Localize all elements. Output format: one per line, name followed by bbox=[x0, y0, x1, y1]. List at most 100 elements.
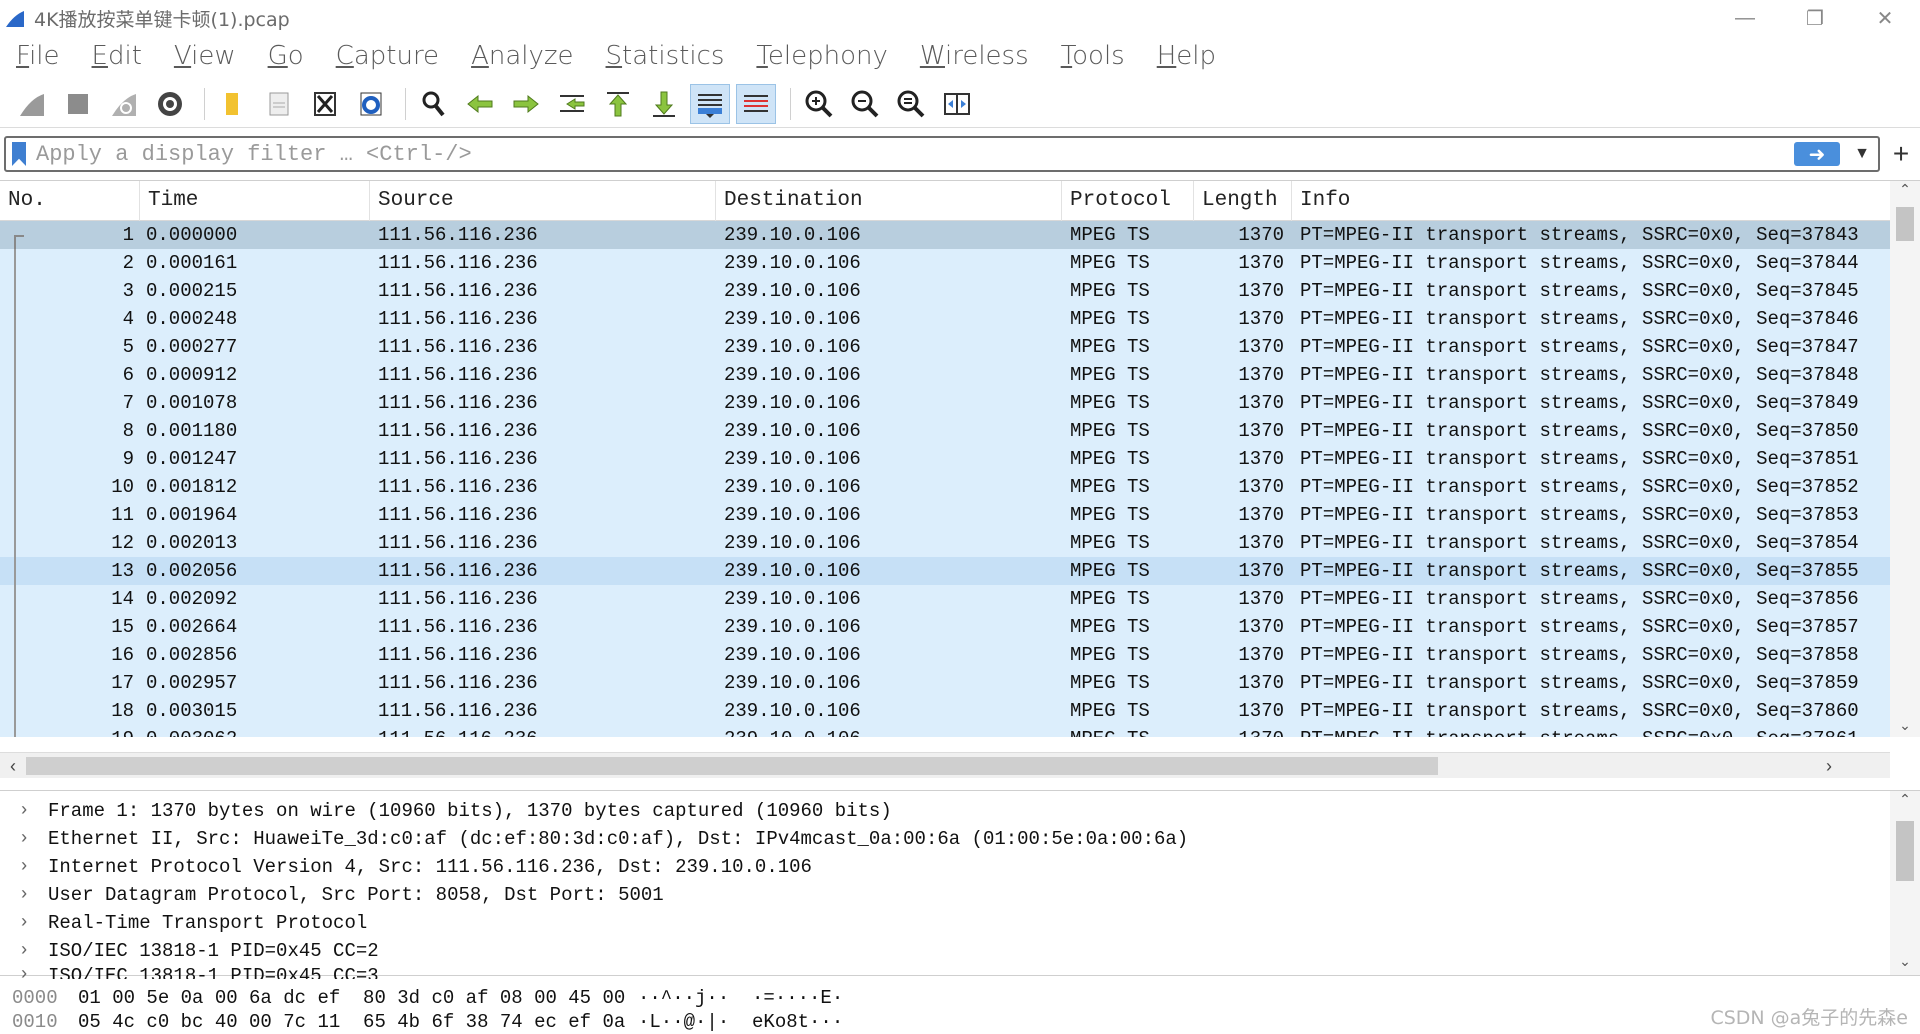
packet-row[interactable]: 10 0.001812 111.56.116.236 239.10.0.106 MPEG… bbox=[0, 473, 1890, 501]
go-first-icon[interactable] bbox=[598, 84, 638, 124]
column-header-source[interactable]: Source bbox=[370, 180, 716, 221]
expand-chevron-icon[interactable]: › bbox=[0, 941, 48, 961]
scroll-up-icon[interactable]: ⌃ bbox=[1890, 181, 1920, 203]
horizontal-scroll-thumb[interactable] bbox=[26, 757, 1438, 775]
packet-destination: 239.10.0.106 bbox=[724, 532, 861, 554]
menu-analyze[interactable]: Analyze bbox=[471, 41, 573, 71]
menu-capture[interactable]: Capture bbox=[336, 41, 439, 71]
column-header-destination[interactable]: Destination bbox=[716, 180, 1062, 221]
open-folder-icon[interactable] bbox=[213, 84, 253, 124]
scroll-down-icon[interactable]: ⌄ bbox=[1890, 717, 1920, 739]
packet-list-horizontal-scrollbar[interactable]: ‹ › bbox=[0, 752, 1890, 778]
packet-source: 111.56.116.236 bbox=[378, 308, 538, 330]
column-header-length[interactable]: Length bbox=[1194, 180, 1292, 221]
details-vertical-scrollbar[interactable]: ⌃ ⌄ bbox=[1890, 791, 1920, 975]
packet-row[interactable]: 3 0.000215 111.56.116.236 239.10.0.106 MPEG … bbox=[0, 277, 1890, 305]
menu-edit[interactable]: Edit bbox=[92, 41, 142, 71]
watermark-text: CSDN @a兔子的先森e bbox=[1710, 1007, 1908, 1029]
bytes-row[interactable]: 0000 01 00 5e 0a 00 6a dc ef 80 3d c0 af… bbox=[0, 986, 1920, 1010]
add-filter-button-icon[interactable]: + bbox=[1886, 138, 1916, 170]
menu-go[interactable]: Go bbox=[268, 41, 304, 71]
save-file-icon[interactable] bbox=[259, 84, 299, 124]
find-packet-icon[interactable] bbox=[414, 84, 454, 124]
expand-chevron-icon[interactable]: › bbox=[0, 913, 48, 933]
go-to-packet-icon[interactable] bbox=[552, 84, 592, 124]
menu-tools[interactable]: Tools bbox=[1061, 41, 1125, 71]
packet-row[interactable]: 190.003062111.56.116.236239.10.0.106MPEG… bbox=[0, 725, 1890, 737]
detail-tree-item[interactable]: › Internet Protocol Version 4, Src: 111.5… bbox=[0, 853, 1920, 881]
go-last-icon[interactable] bbox=[644, 84, 684, 124]
packet-row[interactable]: 2 0.000161 111.56.116.236 239.10.0.106 MPEG … bbox=[0, 249, 1890, 277]
filter-bookmark-icon[interactable] bbox=[12, 142, 26, 166]
packet-row[interactable]: 4 0.000248 111.56.116.236 239.10.0.106 MPEG … bbox=[0, 305, 1890, 333]
detail-tree-item[interactable]: › Frame 1: 1370 bytes on wire (10960 bits… bbox=[0, 797, 1920, 825]
packet-list-vertical-scrollbar[interactable]: ⌃ ⌄ bbox=[1890, 181, 1920, 737]
packet-length: 1370 bbox=[1238, 588, 1284, 610]
menu-statistics[interactable]: Statistics bbox=[606, 41, 725, 71]
packet-row[interactable]: 7 0.001078 111.56.116.236 239.10.0.106 MPEG … bbox=[0, 389, 1890, 417]
display-filter-input[interactable] bbox=[36, 141, 1795, 167]
packet-time: 0.002856 bbox=[146, 644, 238, 666]
menu-view[interactable]: View bbox=[174, 41, 236, 71]
normal-size-icon[interactable] bbox=[891, 84, 931, 124]
scroll-down-icon[interactable]: ⌄ bbox=[1890, 953, 1920, 975]
restore-icon[interactable]: ❐ bbox=[1780, 0, 1850, 36]
auto-scroll-icon[interactable] bbox=[690, 83, 730, 124]
scroll-thumb[interactable] bbox=[1896, 207, 1914, 241]
filter-history-dropdown-icon[interactable]: ▼ bbox=[1850, 145, 1874, 163]
menu-file[interactable]: File bbox=[16, 41, 60, 71]
packet-protocol: MPEG TS bbox=[1070, 560, 1150, 582]
scroll-left-icon[interactable]: ‹ bbox=[0, 753, 26, 779]
go-back-icon[interactable] bbox=[460, 84, 500, 124]
zoom-out-icon[interactable] bbox=[845, 84, 885, 124]
packet-row[interactable]: 18 0.003015 111.56.116.236 239.10.0.106 MPEG… bbox=[0, 697, 1890, 725]
minimize-icon[interactable]: — bbox=[1710, 0, 1780, 36]
scroll-right-icon[interactable]: › bbox=[1816, 753, 1842, 779]
expand-chevron-icon[interactable]: › bbox=[0, 857, 48, 877]
detail-tree-item[interactable]: › Ethernet II, Src: HuaweiTe_3d:c0:af (dc… bbox=[0, 825, 1920, 853]
packet-row[interactable]: 11 0.001964 111.56.116.236 239.10.0.106 MPEG… bbox=[0, 501, 1890, 529]
close-file-icon[interactable] bbox=[305, 84, 345, 124]
column-header-protocol[interactable]: Protocol bbox=[1062, 180, 1194, 221]
packet-row[interactable]: 16 0.002856 111.56.116.236 239.10.0.106 MPEG… bbox=[0, 641, 1890, 669]
column-header-info[interactable]: Info bbox=[1292, 181, 1890, 221]
scroll-up-icon[interactable]: ⌃ bbox=[1890, 791, 1920, 813]
bytes-row[interactable]: 0010 05 4c c0 bc 40 00 7c 11 65 4b 6f 38… bbox=[0, 1010, 1920, 1034]
detail-tree-item[interactable]: › ISO/IEC 13818-1 PID=0x45 CC=3 bbox=[0, 965, 1920, 979]
menu-wireless[interactable]: Wireless bbox=[920, 41, 1029, 71]
apply-filter-arrow-icon[interactable]: ➜ bbox=[1794, 142, 1841, 166]
packet-row[interactable]: 5 0.000277 111.56.116.236 239.10.0.106 MPEG … bbox=[0, 333, 1890, 361]
resize-columns-icon[interactable] bbox=[937, 84, 977, 124]
packet-row[interactable]: 12 0.002013 111.56.116.236 239.10.0.106 MPEG… bbox=[0, 529, 1890, 557]
reload-file-icon[interactable] bbox=[351, 84, 391, 124]
detail-tree-item[interactable]: › ISO/IEC 13818-1 PID=0x45 CC=2 bbox=[0, 937, 1920, 965]
expand-chevron-icon[interactable]: › bbox=[0, 829, 48, 849]
packet-row[interactable]: 9 0.001247 111.56.116.236 239.10.0.106 MPEG … bbox=[0, 445, 1890, 473]
shark-fin-restart-icon[interactable] bbox=[104, 84, 144, 124]
packet-row[interactable]: 13 0.002056 111.56.116.236 239.10.0.106 MPEG… bbox=[0, 557, 1890, 585]
packet-destination: 239.10.0.106 bbox=[724, 476, 861, 498]
packet-row[interactable]: 1 0.000000 111.56.116.236 239.10.0.106 MPEG … bbox=[0, 221, 1890, 249]
column-header-no[interactable]: No. bbox=[0, 180, 140, 221]
capture-options-gear-icon[interactable] bbox=[150, 84, 190, 124]
detail-tree-item[interactable]: › Real-Time Transport Protocol bbox=[0, 909, 1920, 937]
packet-row[interactable]: 14 0.002092 111.56.116.236 239.10.0.106 MPEG… bbox=[0, 585, 1890, 613]
scroll-thumb[interactable] bbox=[1896, 821, 1914, 881]
packet-row[interactable]: 17 0.002957 111.56.116.236 239.10.0.106 MPEG… bbox=[0, 669, 1890, 697]
stop-square-icon[interactable] bbox=[58, 84, 98, 124]
packet-row[interactable]: 15 0.002664 111.56.116.236 239.10.0.106 MPEG… bbox=[0, 613, 1890, 641]
close-icon[interactable]: ✕ bbox=[1850, 0, 1920, 36]
packet-row[interactable]: 6 0.000912 111.56.116.236 239.10.0.106 MPEG … bbox=[0, 361, 1890, 389]
colorize-icon[interactable] bbox=[736, 83, 776, 124]
expand-chevron-icon[interactable]: › bbox=[0, 801, 48, 821]
menu-telephony[interactable]: Telephony bbox=[756, 41, 887, 71]
expand-chevron-icon[interactable]: › bbox=[0, 885, 48, 905]
go-forward-icon[interactable] bbox=[506, 84, 546, 124]
expand-chevron-icon[interactable]: › bbox=[0, 965, 48, 979]
shark-fin-start-icon[interactable] bbox=[12, 84, 52, 124]
detail-tree-item[interactable]: › User Datagram Protocol, Src Port: 8058,… bbox=[0, 881, 1920, 909]
column-header-time[interactable]: Time bbox=[140, 180, 370, 221]
packet-row[interactable]: 8 0.001180 111.56.116.236 239.10.0.106 MPEG … bbox=[0, 417, 1890, 445]
zoom-in-icon[interactable] bbox=[799, 84, 839, 124]
menu-help[interactable]: Help bbox=[1157, 41, 1216, 71]
